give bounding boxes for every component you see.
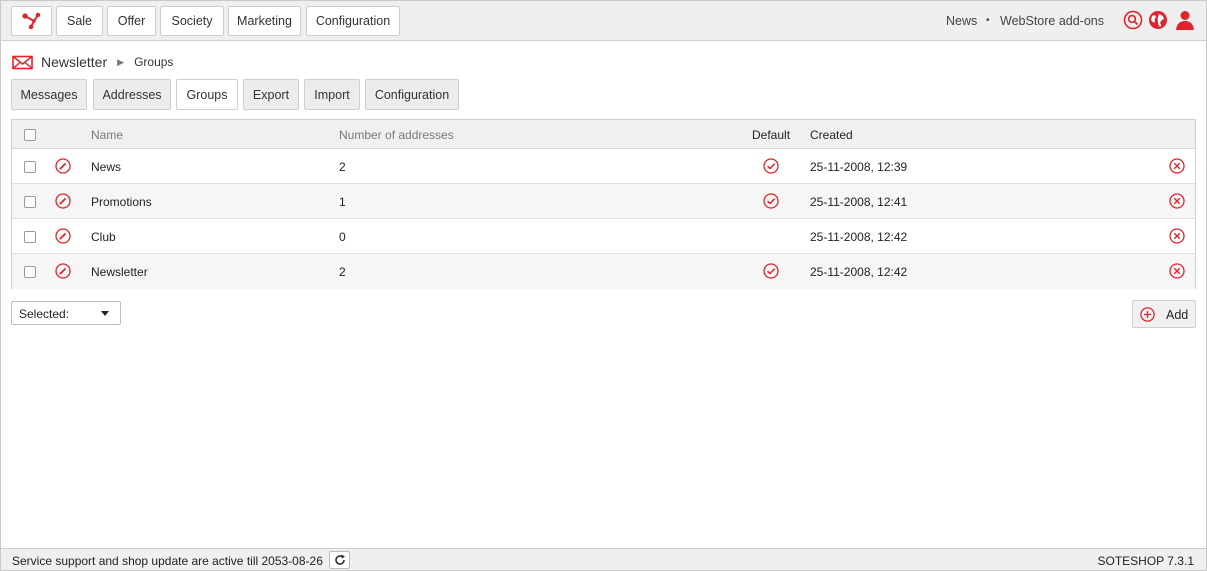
add-group-button[interactable]: Add <box>1132 300 1196 328</box>
column-header-default[interactable]: Default <box>752 128 790 142</box>
menu-society[interactable]: Society <box>160 6 224 36</box>
address-count: 0 <box>339 230 346 244</box>
add-button-label: Add <box>1166 308 1189 322</box>
breadcrumb-current: Groups <box>134 55 174 69</box>
table-row[interactable]: Club 0 25-11-2008, 12:42 <box>12 219 1195 254</box>
group-name[interactable]: Newsletter <box>91 265 148 279</box>
row-checkbox[interactable] <box>24 196 36 208</box>
refresh-button[interactable] <box>329 551 350 569</box>
created-date: 25-11-2008, 12:41 <box>810 195 908 209</box>
delete-icon[interactable] <box>1169 193 1185 209</box>
column-header-name[interactable]: Name <box>91 128 123 142</box>
column-header-created[interactable]: Created <box>810 128 853 142</box>
address-count: 1 <box>339 195 346 209</box>
tab-groups[interactable]: Groups <box>176 79 238 110</box>
link-separator: • <box>986 15 990 26</box>
row-checkbox[interactable] <box>24 266 36 278</box>
created-date: 25-11-2008, 12:39 <box>810 160 908 174</box>
edit-icon[interactable] <box>55 228 71 244</box>
menu-marketing[interactable]: Marketing <box>228 6 301 36</box>
select-all-checkbox[interactable] <box>24 129 36 141</box>
tab-configuration[interactable]: Configuration <box>365 79 459 110</box>
edit-icon[interactable] <box>55 193 71 209</box>
envelope-icon <box>12 55 33 69</box>
menu-sale[interactable]: Sale <box>56 6 103 36</box>
default-check-icon <box>763 193 779 209</box>
groups-table: Name Number of addresses Default Created… <box>11 119 1196 289</box>
default-check-icon <box>763 158 779 174</box>
table-row[interactable]: Promotions 1 25-11-2008, 12:41 <box>12 184 1195 219</box>
bulk-action-label: Selected: <box>19 307 70 321</box>
edit-icon[interactable] <box>55 263 71 279</box>
globe-icon[interactable] <box>1148 10 1168 30</box>
group-name[interactable]: News <box>91 160 121 174</box>
created-date: 25-11-2008, 12:42 <box>810 265 908 279</box>
address-count: 2 <box>339 160 346 174</box>
delete-icon[interactable] <box>1169 158 1185 174</box>
menu-offer[interactable]: Offer <box>107 6 156 36</box>
user-icon[interactable] <box>1175 10 1195 30</box>
delete-icon[interactable] <box>1169 263 1185 279</box>
breadcrumb: Newsletter ▶ Groups <box>12 53 173 71</box>
refresh-icon <box>334 554 345 565</box>
app-version: SOTESHOP 7.3.1 <box>1097 554 1195 568</box>
status-bar: Service support and shop update are acti… <box>1 548 1206 570</box>
row-checkbox[interactable] <box>24 161 36 173</box>
address-count: 2 <box>339 265 346 279</box>
breadcrumb-newsletter[interactable]: Newsletter <box>41 54 107 70</box>
home-logo-button[interactable] <box>11 6 52 36</box>
tab-export[interactable]: Export <box>243 79 299 110</box>
table-row[interactable]: News 2 25-11-2008, 12:39 <box>12 149 1195 184</box>
group-name[interactable]: Club <box>91 230 116 244</box>
tab-addresses[interactable]: Addresses <box>93 79 171 110</box>
delete-icon[interactable] <box>1169 228 1185 244</box>
default-check-icon <box>763 263 779 279</box>
soteshop-logo-icon <box>21 12 40 30</box>
menu-configuration[interactable]: Configuration <box>306 6 400 36</box>
news-link[interactable]: News <box>946 14 977 28</box>
row-checkbox[interactable] <box>24 231 36 243</box>
bulk-action-select[interactable]: Selected: <box>11 301 121 325</box>
breadcrumb-separator: ▶ <box>117 56 125 67</box>
created-date: 25-11-2008, 12:42 <box>810 230 908 244</box>
caret-down-icon <box>101 311 109 316</box>
top-navigation-bar: Sale Offer Society Marketing Configurati… <box>1 1 1206 41</box>
webstore-addons-link[interactable]: WebStore add-ons <box>1000 14 1104 28</box>
tab-import[interactable]: Import <box>304 79 360 110</box>
table-header: Name Number of addresses Default Created <box>12 120 1195 149</box>
edit-icon[interactable] <box>55 158 71 174</box>
search-icon[interactable] <box>1123 10 1143 30</box>
support-status-text: Service support and shop update are acti… <box>12 554 323 568</box>
column-header-number-of-addresses[interactable]: Number of addresses <box>339 128 454 142</box>
table-row[interactable]: Newsletter 2 25-11-2008, 12:42 <box>12 254 1195 289</box>
tab-messages[interactable]: Messages <box>11 79 87 110</box>
group-name[interactable]: Promotions <box>91 195 152 209</box>
plus-circle-icon <box>1140 307 1155 322</box>
